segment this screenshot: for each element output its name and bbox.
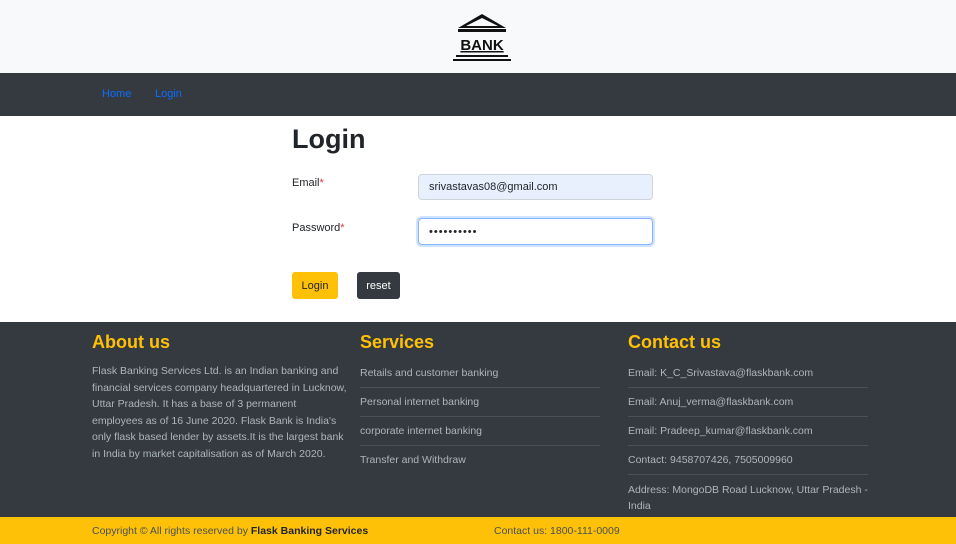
service-item[interactable]: corporate internet banking: [360, 417, 600, 446]
email-label: Email*: [292, 177, 324, 189]
logo-text: BANK: [460, 37, 503, 54]
password-field[interactable]: [418, 218, 653, 245]
password-label-text: Password: [292, 222, 341, 234]
logo-bar: BANK: [0, 0, 956, 73]
navbar: Home Login: [0, 73, 956, 116]
bottom-contact: Contact us: 1800-111-0009: [494, 525, 620, 537]
copyright-text: Copyright © All rights reserved by Flask…: [92, 525, 368, 537]
contact-heading: Contact us: [628, 332, 722, 352]
service-item[interactable]: Personal internet banking: [360, 388, 600, 417]
services-list: Retails and customer banking Personal in…: [360, 359, 600, 475]
footer: About us Flask Banking Services Ltd. is …: [0, 322, 956, 517]
required-mark: *: [340, 222, 345, 234]
reset-button[interactable]: reset: [357, 272, 400, 299]
contact-item: Email: Pradeep_kumar@flaskbank.com: [628, 417, 868, 446]
email-label-text: Email: [292, 177, 320, 189]
password-label: Password*: [292, 222, 345, 234]
contact-item: Contact: 9458707426, 7505009960: [628, 446, 868, 475]
nav-home-link[interactable]: Home: [102, 88, 131, 100]
page-title: Login: [292, 124, 366, 154]
nav-login-link[interactable]: Login: [155, 88, 182, 100]
services-heading: Services: [360, 332, 435, 352]
contact-item: Email: K_C_Srivastava@flaskbank.com: [628, 359, 868, 388]
copyright-brand: Flask Banking Services: [250, 525, 369, 537]
about-text: Flask Banking Services Ltd. is an Indian…: [92, 365, 347, 460]
service-item[interactable]: Retails and customer banking: [360, 359, 600, 388]
copyright-prefix: Copyright © All rights reserved by: [92, 525, 251, 537]
required-mark: *: [319, 177, 324, 189]
service-item[interactable]: Transfer and Withdraw: [360, 446, 600, 475]
email-field[interactable]: [418, 174, 653, 200]
copyright-bar: Copyright © All rights reserved by Flask…: [0, 517, 956, 544]
contact-list: Email: K_C_Srivastava@flaskbank.com Emai…: [628, 359, 868, 514]
bank-building-icon[interactable]: BANK: [452, 12, 512, 64]
contact-address: Address: MongoDB Road Lucknow, Uttar Pra…: [628, 484, 868, 512]
login-button[interactable]: Login: [292, 272, 338, 299]
about-heading: About us: [92, 332, 170, 352]
contact-item: Email: Anuj_verma@flaskbank.com: [628, 388, 868, 417]
